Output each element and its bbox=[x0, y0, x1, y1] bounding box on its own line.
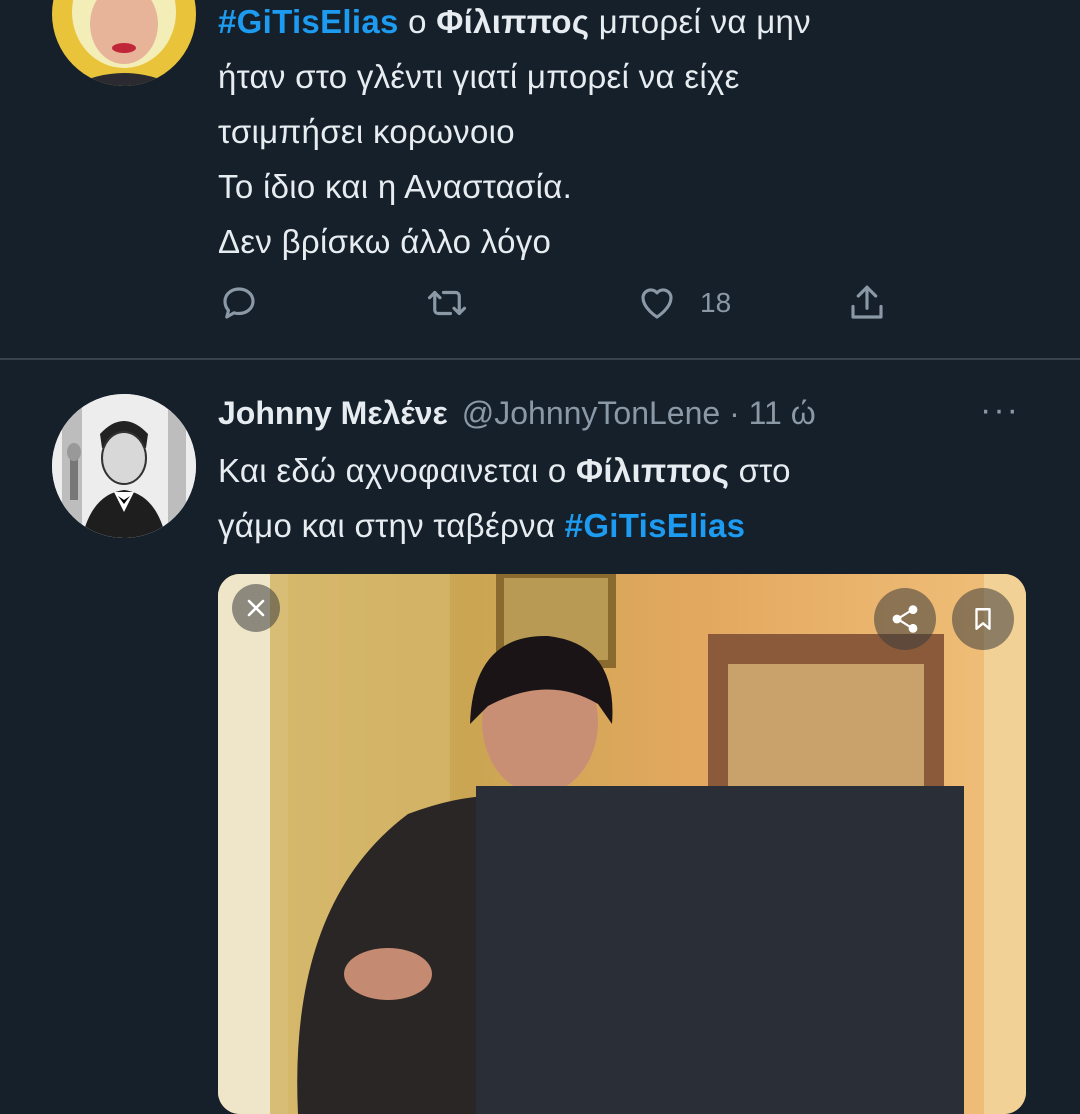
avatar[interactable] bbox=[52, 394, 196, 538]
hashtag-link[interactable]: #GiTisElias bbox=[565, 507, 746, 544]
share-icon bbox=[892, 605, 918, 633]
reply-icon bbox=[223, 287, 255, 319]
author-handle[interactable]: @JohnnyTonLene · 11 ώ bbox=[462, 395, 816, 432]
media-image bbox=[218, 574, 1026, 1114]
text-run: μπορεί να μην ήταν στο γλέντι γιατί μπορ… bbox=[218, 3, 811, 260]
avatar[interactable] bbox=[52, 0, 196, 86]
tweet-text: #GiTisElias ο Φίλιππος μπορεί να μην ήτα… bbox=[218, 0, 990, 269]
share-icon bbox=[851, 285, 883, 319]
reply-button[interactable] bbox=[218, 282, 260, 324]
hashtag-link[interactable]: #GiTisElias bbox=[218, 3, 399, 40]
retweet-button[interactable] bbox=[426, 282, 468, 324]
more-options-icon[interactable]: ··· bbox=[980, 391, 1020, 430]
heart-icon bbox=[641, 288, 673, 319]
close-icon bbox=[247, 599, 265, 617]
text-run: ο bbox=[398, 3, 437, 40]
bold-text: Φίλιππος bbox=[436, 3, 590, 40]
bookmark-media-button[interactable] bbox=[952, 588, 1014, 650]
tweet-header: Johnny Μελένε @JohnnyTonLene · 11 ώ ··· bbox=[218, 385, 1020, 441]
bookmark-icon bbox=[975, 608, 991, 630]
like-button[interactable]: 18 bbox=[636, 282, 731, 324]
bold-text: Φίλιππος bbox=[576, 452, 730, 489]
text-run: Και εδώ αχνοφαινεται ο bbox=[218, 452, 577, 489]
share-button[interactable] bbox=[846, 282, 888, 324]
author-name[interactable]: Johnny Μελένε bbox=[218, 395, 448, 432]
tweet-media[interactable] bbox=[218, 574, 1026, 1114]
like-count: 18 bbox=[700, 287, 732, 318]
close-media-button[interactable] bbox=[232, 584, 280, 632]
share-media-button[interactable] bbox=[874, 588, 936, 650]
tweet-2[interactable]: Johnny Μελένε @JohnnyTonLene · 11 ώ ··· … bbox=[0, 360, 1080, 1114]
tweet-1[interactable]: #GiTisElias ο Φίλιππος μπορεί να μην ήτα… bbox=[0, 0, 1080, 360]
tweet-actions: 18 bbox=[218, 282, 918, 330]
tweet-text: Και εδώ αχνοφαινεται ο Φίλιππος στο γάμο… bbox=[218, 443, 990, 553]
retweet-icon bbox=[427, 290, 467, 316]
